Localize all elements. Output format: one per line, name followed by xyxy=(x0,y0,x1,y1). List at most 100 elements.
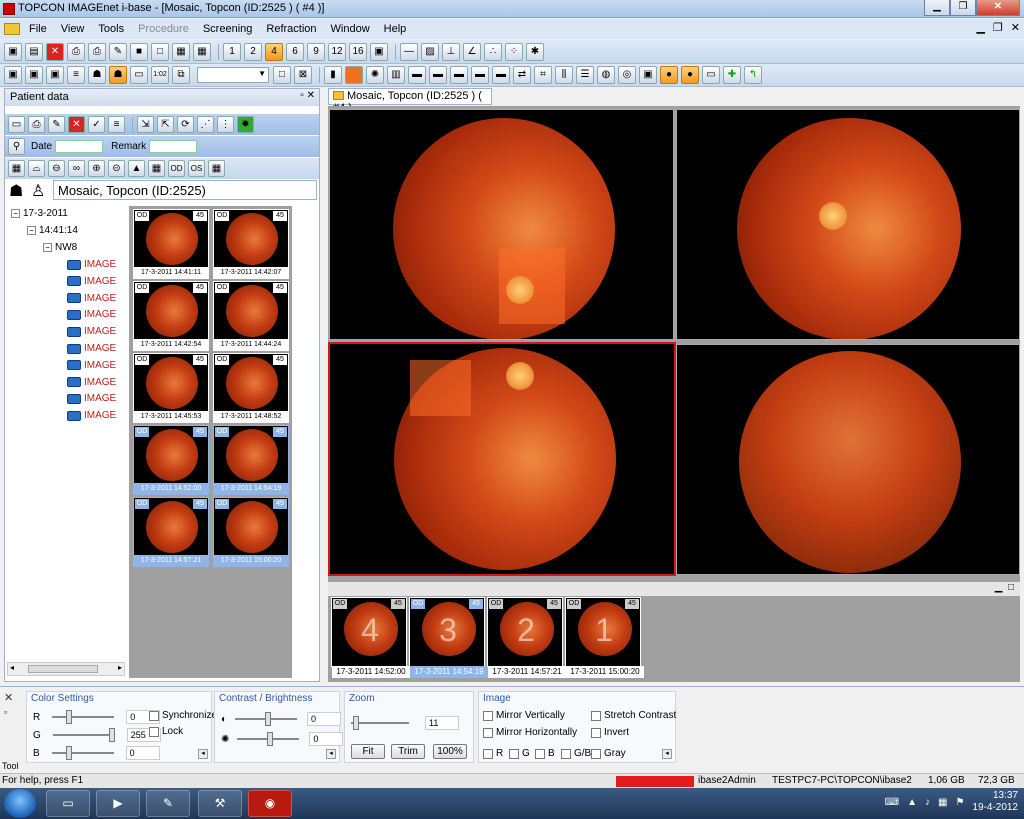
patient-icon[interactable]: ☗ xyxy=(88,66,106,84)
print-icon[interactable]: ⎙ xyxy=(67,42,85,61)
zoom-100-button[interactable]: 100% xyxy=(433,744,467,759)
split-v-icon[interactable]: ⫼ xyxy=(555,66,573,84)
window-icon[interactable]: ⧉ xyxy=(172,66,190,84)
image-thumbnail[interactable]: OD 45 17-3-2011 14:48:52 xyxy=(213,353,289,423)
image-thumbnail[interactable]: OD 45 17-3-2011 14:52:00 xyxy=(133,425,209,495)
view-icon-1[interactable]: ▣ xyxy=(4,66,22,84)
search-icon[interactable]: ⚲ xyxy=(8,138,25,155)
tree-image-item[interactable]: IMAGE xyxy=(67,410,116,421)
layout-6-icon[interactable]: 6 xyxy=(286,42,304,61)
crop-icon[interactable]: ⌗ xyxy=(534,66,552,84)
image-icon[interactable]: ▣ xyxy=(639,66,657,84)
os-icon[interactable]: OS xyxy=(188,160,205,177)
globe-icon[interactable]: ◎ xyxy=(618,66,636,84)
volume-icon[interactable]: ♪ xyxy=(925,797,930,808)
mirror-vertically-checkbox[interactable]: Mirror Vertically xyxy=(483,710,565,721)
show-hidden-icon[interactable]: ▲ xyxy=(907,797,917,808)
patient-name-field[interactable]: Mosaic, Topcon (ID:2525) xyxy=(53,180,317,200)
image-pane-1[interactable] xyxy=(329,109,674,340)
blue-channel-2-icon[interactable]: ▬ xyxy=(492,66,510,84)
pointer-tool-icon[interactable]: ⁘ xyxy=(505,42,523,61)
import-icon[interactable]: ⇲ xyxy=(137,116,154,133)
network-icon[interactable]: ▦ xyxy=(938,797,947,808)
contrast-value[interactable]: 0 xyxy=(307,712,342,726)
print-patient-icon[interactable]: ⎙ xyxy=(28,116,45,133)
grid-red-icon[interactable]: ▦ xyxy=(208,160,225,177)
split-h-icon[interactable]: ☰ xyxy=(576,66,594,84)
save-layout-icon[interactable]: ▣ xyxy=(370,42,388,61)
mirror-horizontally-checkbox[interactable]: Mirror Horizontally xyxy=(483,727,577,738)
red-channel-checkbox[interactable]: R xyxy=(483,748,503,759)
panel-close-icon[interactable]: ✕ xyxy=(307,90,315,101)
strip-maximize-icon[interactable]: □ xyxy=(1008,582,1014,593)
grid-small-icon[interactable]: ▦ xyxy=(148,160,165,177)
flag-icon[interactable]: ⚑ xyxy=(955,797,964,808)
menu-help[interactable]: Help xyxy=(377,23,414,35)
tree-image-item[interactable]: IMAGE xyxy=(67,293,116,304)
tree-image-item[interactable]: IMAGE xyxy=(67,343,116,354)
image-pane-3-selected[interactable] xyxy=(328,342,676,576)
filter-icon[interactable]: ◍ xyxy=(597,66,615,84)
color-map-icon[interactable] xyxy=(345,66,363,84)
tools-taskbar-icon[interactable]: ⚒ xyxy=(198,790,242,817)
histogram-icon[interactable]: ▮ xyxy=(324,66,342,84)
print-preview-icon[interactable]: ⎙ xyxy=(88,42,106,61)
ruler-icon[interactable]: ⊥ xyxy=(442,42,460,61)
minimize-button[interactable]: ▁ xyxy=(924,0,950,16)
filmstrip-image[interactable]: 3 OD 45 17-3-2011 14:54:19 xyxy=(409,597,488,678)
tools-close-icon[interactable]: ✕ xyxy=(4,691,13,704)
edit-patient-icon[interactable]: ✎ xyxy=(48,116,65,133)
image-thumbnail[interactable]: OD 45 17-3-2011 14:41:11 xyxy=(133,209,209,279)
image-thumbnail[interactable]: OD 45 17-3-2011 14:42:07 xyxy=(213,209,289,279)
layout-1-icon[interactable]: 1 xyxy=(223,42,241,61)
layout-grid-icon[interactable]: ▦ xyxy=(172,42,190,61)
brightness-value[interactable]: 0 xyxy=(309,732,344,746)
image-thumbnail[interactable]: OD 45 17-3-2011 15:00:20 xyxy=(213,497,289,567)
tree-image-item[interactable]: IMAGE xyxy=(67,326,116,337)
strip-minimize-icon[interactable]: ▁ xyxy=(995,582,1003,593)
tree-image-item[interactable]: IMAGE xyxy=(67,309,116,320)
pin-icon[interactable]: ▫ xyxy=(4,707,7,717)
stretch-contrast-checkbox[interactable]: Stretch Contrast xyxy=(591,710,676,721)
more-icon[interactable]: ⋮ xyxy=(217,116,234,133)
image-pane-2[interactable] xyxy=(676,109,1020,340)
zoom-select[interactable]: ▼ xyxy=(197,67,269,83)
keyboard-icon[interactable]: ⌨ xyxy=(885,797,899,808)
circle-minus-icon[interactable]: ⊝ xyxy=(108,160,125,177)
screen-icon[interactable]: ▭ xyxy=(702,66,720,84)
layout-single-icon[interactable]: ■ xyxy=(130,42,148,61)
red-channel-icon[interactable]: ▬ xyxy=(408,66,426,84)
tree-node-time[interactable]: −14:41:14 xyxy=(27,225,78,236)
tree-image-item[interactable]: IMAGE xyxy=(67,393,116,404)
contrast-slider[interactable] xyxy=(235,712,298,726)
reset-image-icon[interactable]: ◂ xyxy=(662,749,672,759)
menu-refraction[interactable]: Refraction xyxy=(259,23,323,35)
edit-icon[interactable]: ✎ xyxy=(109,42,127,61)
angle-icon[interactable]: ∠ xyxy=(463,42,481,61)
image-thumbnail[interactable]: OD 45 17-3-2011 14:54:19 xyxy=(213,425,289,495)
check-icon[interactable]: ✓ xyxy=(88,116,105,133)
refresh-icon[interactable]: ⟳ xyxy=(177,116,194,133)
tree-node-device[interactable]: − NW8 xyxy=(43,242,77,253)
invert-checkbox[interactable]: Invert xyxy=(591,727,629,738)
child-restore-button[interactable]: ❐ xyxy=(993,21,1003,34)
blue-channel-icon[interactable]: ▬ xyxy=(471,66,489,84)
layout-2-icon[interactable]: 2 xyxy=(244,42,262,61)
gray-checkbox[interactable]: Gray xyxy=(591,748,626,759)
remark-field[interactable] xyxy=(149,140,198,153)
tree-image-item[interactable]: IMAGE xyxy=(67,259,116,270)
crosshair-icon[interactable]: ⊕ xyxy=(88,160,105,177)
cross-frame-icon[interactable]: ⊠ xyxy=(294,66,312,84)
target-icon[interactable]: ⊖ xyxy=(48,160,65,177)
add-icon[interactable]: ✚ xyxy=(723,66,741,84)
hatch-area-icon[interactable]: ▨ xyxy=(421,42,439,61)
layout-frame-icon[interactable]: □ xyxy=(151,42,169,61)
menu-view[interactable]: View xyxy=(54,23,92,35)
layout-16-icon[interactable]: 16 xyxy=(349,42,367,61)
paint-taskbar-icon[interactable]: ✎ xyxy=(146,790,190,817)
green-channel-checkbox[interactable]: G xyxy=(509,748,530,759)
view-icon-3[interactable]: ▣ xyxy=(46,66,64,84)
document-tab[interactable]: Mosaic, Topcon (ID:2525 ) ( #4 ) xyxy=(328,88,492,114)
rgb-icon[interactable]: ▥ xyxy=(387,66,405,84)
lock-checkbox[interactable]: Lock xyxy=(149,726,183,737)
